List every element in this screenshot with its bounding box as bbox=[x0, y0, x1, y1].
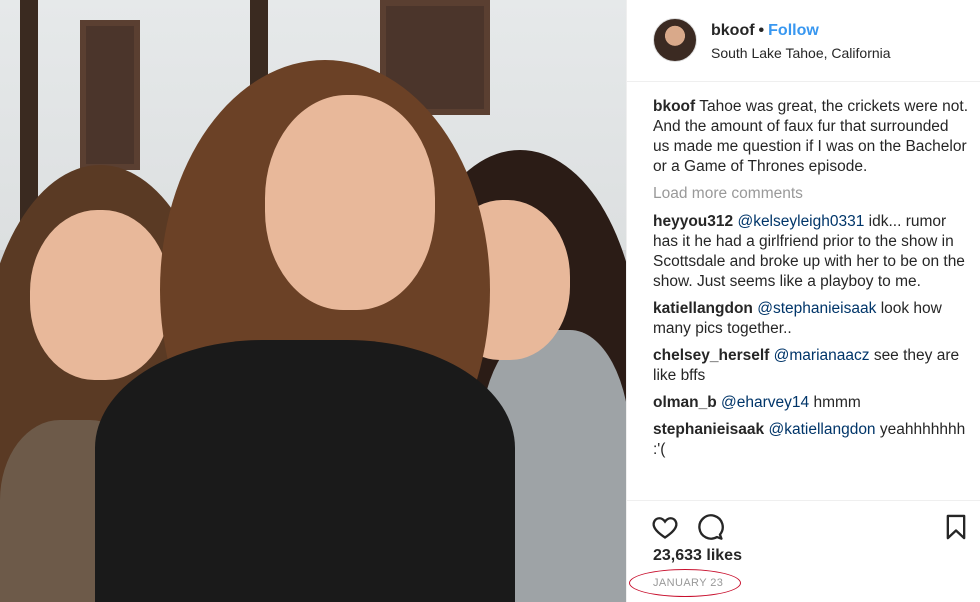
photo-face-left bbox=[30, 210, 170, 380]
post-header: bkoof • Follow South Lake Tahoe, Californi… bbox=[627, 0, 980, 82]
load-more-comments-button[interactable]: Load more comments bbox=[653, 185, 969, 203]
heart-icon[interactable] bbox=[651, 513, 679, 541]
comment-item: katiellangdon @stephanieisaak look how m… bbox=[653, 299, 969, 339]
comment-text: hmmm bbox=[813, 394, 861, 411]
comment-mention[interactable]: @marianaacz bbox=[774, 347, 870, 364]
separator-dot: • bbox=[758, 22, 765, 39]
post-date[interactable]: JANUARY 23 bbox=[653, 577, 723, 589]
comment-item: stephanieisaak @katiellangdon yeahhhhhhh… bbox=[653, 420, 969, 460]
comment-mention[interactable]: @kelseyleigh0331 bbox=[737, 213, 864, 230]
comment-mention[interactable]: @eharvey14 bbox=[721, 394, 809, 411]
comment-author[interactable]: heyyou312 bbox=[653, 213, 733, 230]
comment-author[interactable]: olman_b bbox=[653, 394, 717, 411]
bookmark-icon[interactable] bbox=[942, 513, 970, 541]
avatar[interactable] bbox=[653, 18, 697, 62]
location-link[interactable]: South Lake Tahoe, California bbox=[711, 45, 891, 61]
user-line: bkoof • Follow bbox=[711, 22, 819, 40]
follow-button[interactable]: Follow bbox=[768, 22, 819, 39]
username[interactable]: bkoof bbox=[711, 22, 755, 39]
photo-face-center bbox=[265, 95, 435, 310]
comment-item: heyyou312 @kelseyleigh0331 idk... rumor … bbox=[653, 212, 969, 292]
comment-mention[interactable]: @katiellangdon bbox=[768, 421, 875, 438]
comment-icon[interactable] bbox=[696, 513, 724, 541]
comments-list[interactable]: bkoof Tahoe was great, the crickets were… bbox=[653, 97, 969, 500]
post-sidebar: bkoof • Follow South Lake Tahoe, Californi… bbox=[626, 0, 980, 602]
caption: bkoof Tahoe was great, the crickets were… bbox=[653, 97, 969, 177]
comment-mention[interactable]: @stephanieisaak bbox=[757, 300, 876, 317]
caption-text: Tahoe was great, the crickets were not. … bbox=[653, 98, 969, 175]
comment-item: olman_b @eharvey14 hmmm bbox=[653, 393, 969, 413]
post-photo[interactable] bbox=[0, 0, 626, 602]
photo-jacket-center bbox=[95, 340, 515, 602]
comment-author[interactable]: chelsey_herself bbox=[653, 347, 769, 364]
comment-author[interactable]: katiellangdon bbox=[653, 300, 753, 317]
likes-count[interactable]: 23,633 likes bbox=[653, 547, 742, 565]
comment-item: chelsey_herself @marianaacz see they are… bbox=[653, 346, 969, 386]
photo-window bbox=[80, 20, 140, 170]
comment-author[interactable]: stephanieisaak bbox=[653, 421, 764, 438]
photo-beam bbox=[20, 0, 38, 230]
post-actions: 23,633 likes JANUARY 23 bbox=[627, 500, 980, 602]
caption-author[interactable]: bkoof bbox=[653, 98, 695, 115]
